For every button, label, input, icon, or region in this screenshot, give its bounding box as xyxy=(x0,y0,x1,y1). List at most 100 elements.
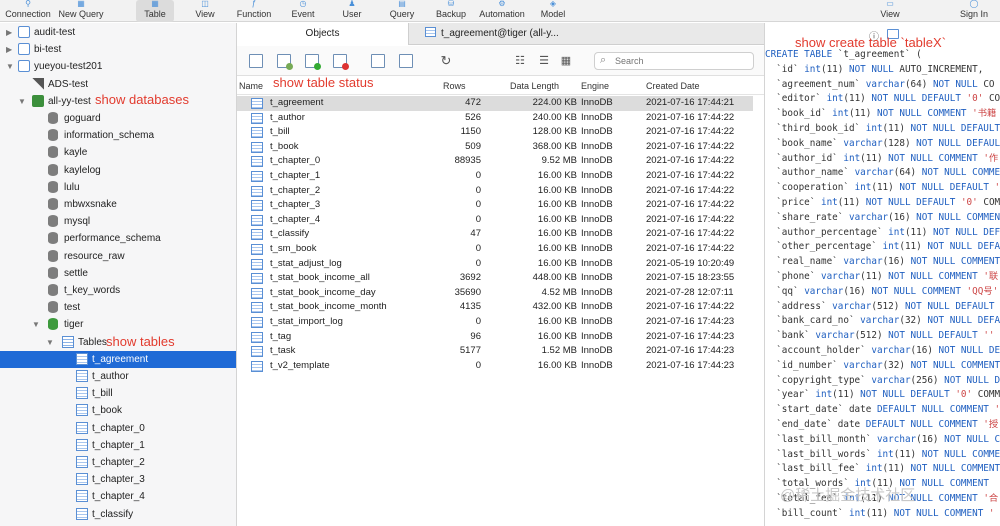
tree-item-t-classify[interactable]: t_classify xyxy=(0,506,236,523)
refresh-icon[interactable]: ↻ xyxy=(439,54,453,68)
search-input[interactable] xyxy=(615,55,747,67)
tree-item-lulu[interactable]: lulu xyxy=(0,179,236,196)
sign-in-button[interactable]: ◯ Sign In xyxy=(952,0,996,22)
toolbar-user-button[interactable]: ♟ User xyxy=(332,0,372,22)
header-rows[interactable]: Rows xyxy=(443,81,466,91)
table-row[interactable]: t_bill 1150 128.00 KB InnoDB 2021-07-16 17:4… xyxy=(237,125,753,140)
toolbar-view-button[interactable]: ◫ View xyxy=(186,0,224,22)
header-engine[interactable]: Engine xyxy=(581,81,609,91)
toolbar-function-button[interactable]: ƒ Function xyxy=(232,0,276,22)
tree-item-information-schema[interactable]: information_schema xyxy=(0,127,236,144)
toolbar-new-query-button[interactable]: ▦ New Query xyxy=(56,0,106,22)
tree-item-kayle[interactable]: kayle xyxy=(0,144,236,161)
table-row[interactable]: t_chapter_1 0 16.00 KB InnoDB 2021-07-16 17:… xyxy=(237,169,753,184)
tree-item-t-chapter-0[interactable]: t_chapter_0 xyxy=(0,420,236,437)
toolbar-backup-button[interactable]: ⛁ Backup xyxy=(430,0,472,22)
tree-item-audit-test[interactable]: ▶ audit-test xyxy=(0,24,236,41)
event-icon: ◷ xyxy=(299,0,307,8)
table-row[interactable]: t_author 526 240.00 KB InnoDB 2021-07-16 17:… xyxy=(237,111,753,126)
header-data-length[interactable]: Data Length xyxy=(510,81,559,91)
tree-item-t-chapter-2[interactable]: t_chapter_2 xyxy=(0,454,236,471)
new-table-button[interactable] xyxy=(305,54,321,70)
toolbar-label: View xyxy=(880,9,900,19)
table-row[interactable]: t_stat_book_income_all 3692 448.00 KB InnoD… xyxy=(237,271,753,286)
tree-item-t-chapter-3[interactable]: t_chapter_3 xyxy=(0,471,236,488)
tree-item-yueyou-test201[interactable]: ▼ yueyou-test201 xyxy=(0,58,236,75)
toolbar-label: New Query xyxy=(58,9,104,19)
chevron-down-icon[interactable]: ▼ xyxy=(46,334,54,351)
tree-item-t-key-words[interactable]: t_key_words xyxy=(0,282,236,299)
table-row[interactable]: t_chapter_4 0 16.00 KB InnoDB 2021-07-16 17:… xyxy=(237,213,753,228)
ddl-token: (32) xyxy=(899,315,928,327)
tree-item-t-bill[interactable]: t_bill xyxy=(0,385,236,402)
detail-view-icon[interactable]: ☰ xyxy=(537,54,551,68)
chevron-down-icon[interactable]: ▼ xyxy=(6,58,14,75)
ddl-line: `id_number` varchar(32) NOT NULL COMMENT xyxy=(765,359,1000,374)
tree-item-t-chapter-4[interactable]: t_chapter_4 xyxy=(0,488,236,505)
ddl-token: (11) xyxy=(860,152,889,164)
toolbar-view-toggle-button[interactable]: ▭ View xyxy=(870,0,910,22)
tree-item-mysql[interactable]: mysql xyxy=(0,213,236,230)
tree-item-tiger[interactable]: ▼ tiger xyxy=(0,316,236,333)
open-table-button[interactable] xyxy=(249,54,263,68)
table-row[interactable]: t_task 5177 1.52 MB InnoDB 2021-07-16 17:44:… xyxy=(237,344,753,359)
table-row[interactable]: t_chapter_2 0 16.00 KB InnoDB 2021-07-16 17:… xyxy=(237,184,753,199)
ddl-text[interactable]: CREATE TABLE `t_agreement` ( `id` int(11… xyxy=(765,48,1000,522)
table-row[interactable]: t_stat_adjust_log 0 16.00 KB InnoDB 2021-05-… xyxy=(237,257,753,272)
toolbar-connection-button[interactable]: ⚲ Connection xyxy=(4,0,52,22)
chevron-right-icon[interactable]: ▶ xyxy=(6,41,12,58)
delete-table-button[interactable] xyxy=(333,54,349,70)
toolbar-label: User xyxy=(342,9,362,19)
table-row[interactable]: t_classify 47 16.00 KB InnoDB 2021-07-16 17:… xyxy=(237,227,753,242)
chevron-right-icon[interactable]: ▶ xyxy=(6,24,12,41)
tree-item-t-book[interactable]: t_book xyxy=(0,402,236,419)
table-row[interactable]: t_stat_book_income_month 4135 432.00 KB Inn… xyxy=(237,300,753,315)
ddl-token: `book_id` xyxy=(765,108,833,120)
table-row[interactable]: t_tag 96 16.00 KB InnoDB 2021-07-16 17:44:23 xyxy=(237,330,753,345)
ddl-token: (11) xyxy=(843,93,872,105)
tree-item-t-chapter-1[interactable]: t_chapter_1 xyxy=(0,437,236,454)
cell-rows: 0 xyxy=(475,199,481,211)
table-row[interactable]: t_stat_import_log 0 16.00 KB InnoDB 2021-07-… xyxy=(237,315,753,330)
import-wizard-button[interactable] xyxy=(371,54,385,68)
tree-item-t-author[interactable]: t_author xyxy=(0,368,236,385)
table-row[interactable]: t_book 509 368.00 KB InnoDB 2021-07-16 17:44… xyxy=(237,140,753,155)
tree-item-settle[interactable]: settle xyxy=(0,265,236,282)
grid-view-icon[interactable]: ▦ xyxy=(559,54,573,68)
table-row[interactable]: t_v2_template 0 16.00 KB InnoDB 2021-07-16 1… xyxy=(237,359,753,374)
chevron-down-icon[interactable]: ▼ xyxy=(32,316,40,333)
table-row[interactable]: t_chapter_3 0 16.00 KB InnoDB 2021-07-16 17:… xyxy=(237,198,753,213)
list-view-icon[interactable]: ☷ xyxy=(513,54,527,68)
tree-item-mbwxsnake[interactable]: mbwxsnake xyxy=(0,196,236,213)
tree-item-goguard[interactable]: goguard xyxy=(0,110,236,127)
toolbar-automation-button[interactable]: ⚙ Automation xyxy=(476,0,528,22)
export-wizard-button[interactable] xyxy=(399,54,413,68)
table-row[interactable]: t_sm_book 0 16.00 KB InnoDB 2021-07-16 17:44… xyxy=(237,242,753,257)
design-table-button[interactable] xyxy=(277,54,293,70)
tree-item-t-agreement[interactable]: t_agreement xyxy=(0,350,236,368)
tree-item-kaylelog[interactable]: kaylelog xyxy=(0,162,236,179)
tables-folder-icon xyxy=(62,335,74,348)
table-icon xyxy=(76,490,88,503)
table-row[interactable]: t_chapter_0 88935 9.52 MB InnoDB 2021-07-16 … xyxy=(237,154,753,169)
tab-table-editor[interactable]: t_agreement@tiger (all-y... xyxy=(417,23,577,45)
chevron-down-icon[interactable]: ▼ xyxy=(18,93,26,110)
toolbar-query-button[interactable]: ▤ Query xyxy=(380,0,424,22)
header-created-date[interactable]: Created Date xyxy=(646,81,700,91)
toolbar-table-button[interactable]: ▦ Table xyxy=(136,0,174,22)
header-name[interactable]: Name xyxy=(239,81,263,91)
table-row[interactable]: t_agreement 472 224.00 KB InnoDB 2021-07-16 … xyxy=(237,96,753,111)
tree-item-ads-test[interactable]: ADS-test xyxy=(0,76,236,93)
folder-icon xyxy=(18,60,30,73)
table-row[interactable]: t_stat_book_income_day 35690 4.52 MB InnoDB… xyxy=(237,286,753,301)
tab-objects[interactable]: Objects xyxy=(237,23,409,45)
ddl-line: `third_book_id` int(11) NOT NULL DEFAULT xyxy=(765,122,1000,137)
toolbar-model-button[interactable]: ◈ Model xyxy=(532,0,574,22)
ddl-token: NOT NULL COMME xyxy=(921,167,1000,179)
toolbar-event-button[interactable]: ◷ Event xyxy=(282,0,324,22)
tree-item-performance-schema[interactable]: performance_schema xyxy=(0,230,236,247)
search-box[interactable]: ⌕ xyxy=(594,52,754,70)
tree-item-bi-test[interactable]: ▶ bi-test xyxy=(0,41,236,58)
tree-item-test[interactable]: test xyxy=(0,299,236,316)
tree-item-resource-raw[interactable]: resource_raw xyxy=(0,248,236,265)
